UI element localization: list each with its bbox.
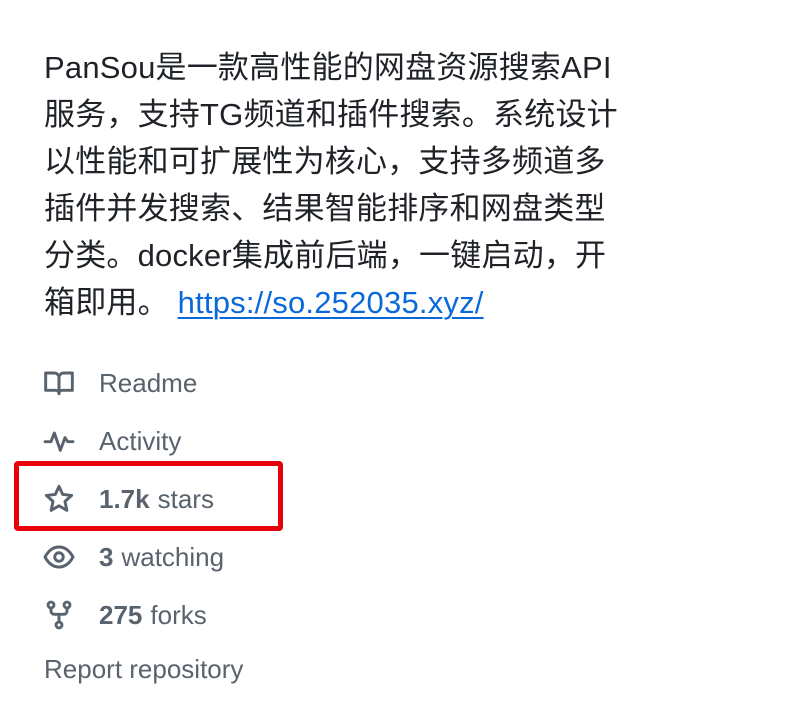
- activity-link[interactable]: Activity: [42, 412, 442, 470]
- homepage-link[interactable]: https://so.252035.xyz/: [178, 285, 484, 320]
- stars-link[interactable]: 1.7k stars: [42, 470, 442, 528]
- about-section: PanSou是一款高性能的网盘资源搜索API 服务，支持TG频道和插件搜索。系统…: [44, 44, 644, 326]
- description-line: 服务，支持TG频道和插件搜索。系统设计: [44, 97, 618, 132]
- eye-icon: [42, 540, 76, 574]
- description-line: PanSou是一款高性能的网盘资源搜索API: [44, 50, 612, 85]
- pulse-icon: [42, 424, 76, 458]
- forks-link[interactable]: 275 forks: [42, 586, 442, 644]
- activity-label: Activity: [99, 425, 182, 456]
- repo-meta-list: Readme Activity 1.7k stars 3 watching 27…: [42, 354, 442, 644]
- stars-label: stars: [157, 483, 214, 514]
- readme-label: Readme: [99, 367, 198, 398]
- description-line-last: 箱即用。 https://so.252035.xyz/: [44, 279, 644, 326]
- watching-count: 3: [99, 541, 114, 572]
- description-line: 插件并发搜索、结果智能排序和网盘类型: [44, 191, 606, 226]
- forks-count: 275: [99, 599, 143, 630]
- stars-count: 1.7k: [99, 483, 150, 514]
- watching-link[interactable]: 3 watching: [42, 528, 442, 586]
- description-last-text: 箱即用。: [44, 285, 169, 320]
- forks-label: forks: [150, 599, 207, 630]
- description-line: 以性能和可扩展性为核心，支持多频道多: [44, 144, 606, 179]
- star-icon: [42, 482, 76, 516]
- description-line: 分类。docker集成前后端，一键启动，开: [44, 238, 607, 273]
- repo-description: PanSou是一款高性能的网盘资源搜索API 服务，支持TG频道和插件搜索。系统…: [44, 44, 644, 326]
- readme-link[interactable]: Readme: [42, 354, 442, 412]
- report-repository-link[interactable]: Report repository: [44, 654, 243, 685]
- watching-label: watching: [121, 541, 225, 572]
- book-icon: [42, 366, 76, 400]
- fork-icon: [42, 598, 76, 632]
